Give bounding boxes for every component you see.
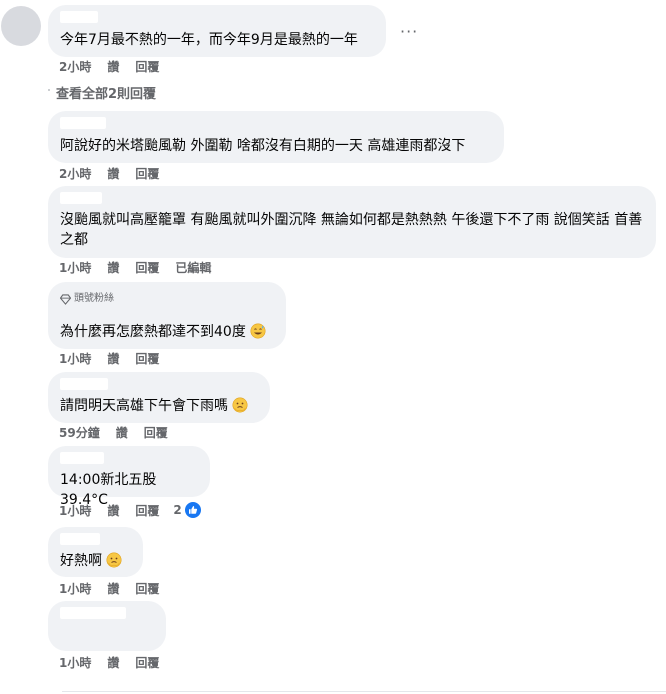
like-button[interactable]: 讚 bbox=[116, 424, 128, 441]
commenter-name-redacted[interactable] bbox=[60, 11, 98, 23]
grinning-sweat-emoji bbox=[250, 323, 266, 339]
avatar[interactable] bbox=[1, 6, 41, 46]
reply-button[interactable]: 回覆 bbox=[135, 58, 159, 75]
comment-time[interactable]: 59分鐘 bbox=[59, 424, 100, 441]
comment-actions: 2小時 讚 回覆 bbox=[59, 58, 175, 74]
commenter-name-redacted[interactable] bbox=[60, 607, 126, 619]
comment-text: 沒颱風就叫高壓籠罩 有颱風就叫外圍沉降 無論如何都是熱熱熱 午後還下不了雨 說個… bbox=[60, 212, 643, 248]
comment-actions: 2小時 讚 回覆 bbox=[59, 165, 175, 181]
thread-dot bbox=[48, 89, 50, 91]
reaction-count-number: 2 bbox=[173, 503, 182, 517]
like-button[interactable]: 讚 bbox=[107, 580, 119, 597]
comment-text: 為什麼再怎麼熱都達不到40度 bbox=[60, 322, 274, 342]
comment-actions: 1小時 讚 回覆 2 bbox=[59, 502, 201, 518]
comment-text-content: 為什麼再怎麼熱都達不到40度 bbox=[60, 324, 246, 340]
commenter-name-redacted[interactable] bbox=[60, 192, 102, 204]
comment-bubble: 沒颱風就叫高壓籠罩 有颱風就叫外圍沉降 無論如何都是熱熱熱 午後還下不了雨 說個… bbox=[48, 186, 656, 258]
reply-button[interactable]: 回覆 bbox=[135, 654, 159, 671]
comment-time[interactable]: 1小時 bbox=[59, 259, 91, 276]
more-options-icon[interactable]: ··· bbox=[400, 22, 418, 41]
comment-bubble: 今年7月最不熱的一年，而今年9月是最熱的一年 bbox=[48, 5, 386, 57]
like-reaction-icon bbox=[184, 502, 201, 518]
view-all-replies-link[interactable]: 查看全部2則回覆 bbox=[56, 83, 156, 102]
comment-bubble bbox=[48, 601, 166, 651]
reply-button[interactable]: 回覆 bbox=[135, 259, 159, 276]
comment-time[interactable]: 1小時 bbox=[59, 580, 91, 597]
comment-text: 好熱啊 bbox=[60, 551, 131, 571]
hot-face-emoji bbox=[106, 552, 122, 568]
badge-label: 頭號粉絲 bbox=[74, 293, 114, 304]
comment-text: 今年7月最不熱的一年，而今年9月是最熱的一年 bbox=[60, 32, 358, 48]
edited-label[interactable]: 已編輯 bbox=[175, 259, 211, 276]
comment-time[interactable]: 2小時 bbox=[59, 165, 91, 182]
comment-text-content: 請問明天高雄下午會下雨嗎 bbox=[60, 398, 228, 414]
commenter-name-redacted[interactable] bbox=[60, 378, 108, 390]
comment-actions: 1小時 讚 回覆 bbox=[59, 350, 175, 366]
reply-button[interactable]: 回覆 bbox=[135, 165, 159, 182]
reply-button[interactable]: 回覆 bbox=[135, 502, 159, 519]
diamond-icon bbox=[60, 293, 71, 305]
comment-bubble: 阿說好的米塔颱風勒 外圍勒 啥都沒有白期的一天 高雄連雨都沒下 bbox=[48, 111, 504, 163]
comment-bubble: 頭號粉絲 為什麼再怎麼熱都達不到40度 bbox=[48, 282, 286, 349]
divider bbox=[62, 691, 666, 692]
hot-face-emoji bbox=[232, 397, 248, 413]
comment-time[interactable]: 2小時 bbox=[59, 58, 91, 75]
like-button[interactable]: 讚 bbox=[107, 259, 119, 276]
comment-time[interactable]: 1小時 bbox=[59, 350, 91, 367]
comment-time[interactable]: 1小時 bbox=[59, 654, 91, 671]
comment-time[interactable]: 1小時 bbox=[59, 502, 91, 519]
like-button[interactable]: 讚 bbox=[107, 502, 119, 519]
like-button[interactable]: 讚 bbox=[107, 58, 119, 75]
comment-bubble: 請問明天高雄下午會下雨嗎 bbox=[48, 372, 270, 423]
comment-bubble: 14:00新北五股39.4°C bbox=[48, 446, 210, 508]
top-fan-badge: 頭號粉絲 bbox=[60, 289, 114, 309]
commenter-name-redacted[interactable] bbox=[60, 452, 104, 464]
comment-actions: 1小時 讚 回覆 bbox=[59, 654, 175, 670]
like-button[interactable]: 讚 bbox=[107, 654, 119, 671]
like-button[interactable]: 讚 bbox=[107, 165, 119, 182]
reply-button[interactable]: 回覆 bbox=[135, 350, 159, 367]
comment-bubble: 好熱啊 bbox=[48, 527, 143, 577]
commenter-name-redacted[interactable] bbox=[60, 533, 100, 545]
reaction-count[interactable]: 2 bbox=[173, 502, 201, 518]
comment-actions: 1小時 讚 回覆 bbox=[59, 580, 175, 596]
comment-actions: 59分鐘 讚 回覆 bbox=[59, 424, 184, 440]
comment-text: 請問明天高雄下午會下雨嗎 bbox=[60, 396, 258, 416]
like-button[interactable]: 讚 bbox=[107, 350, 119, 367]
commenter-name-redacted[interactable] bbox=[60, 117, 106, 129]
reply-button[interactable]: 回覆 bbox=[144, 424, 168, 441]
reply-button[interactable]: 回覆 bbox=[135, 580, 159, 597]
comment-actions: 1小時 讚 回覆 已編輯 bbox=[59, 259, 227, 275]
comment-text: 阿說好的米塔颱風勒 外圍勒 啥都沒有白期的一天 高雄連雨都沒下 bbox=[60, 138, 466, 154]
comment-text-content: 好熱啊 bbox=[60, 553, 102, 569]
